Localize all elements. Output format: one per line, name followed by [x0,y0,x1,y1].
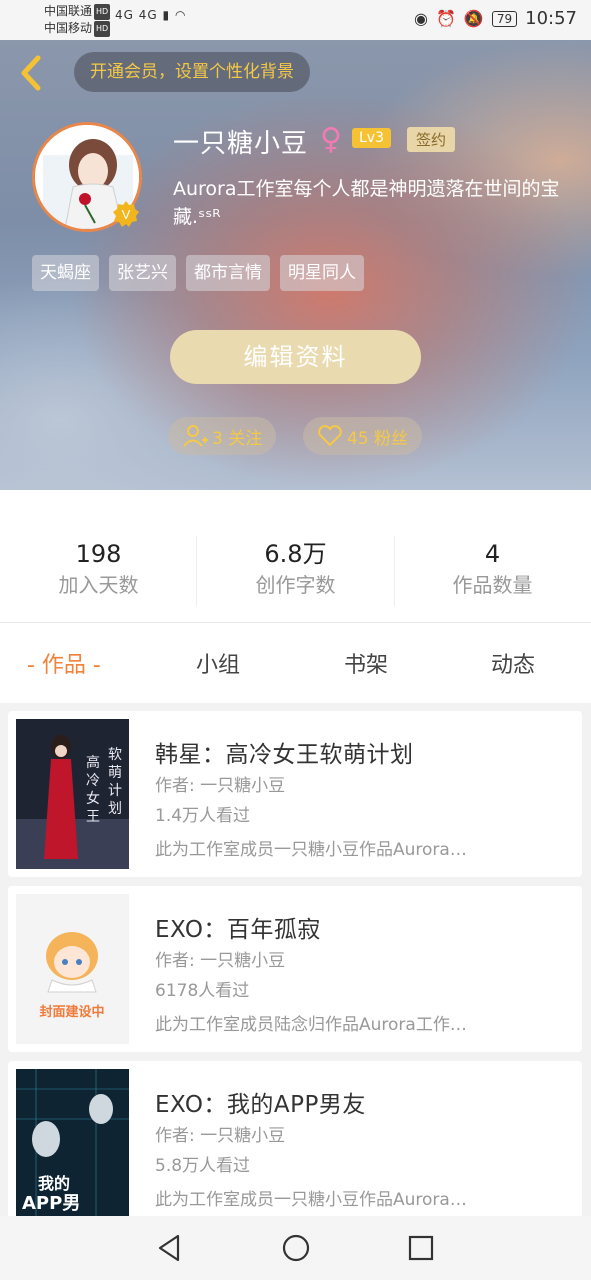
cover-text: APP男 [22,1193,80,1214]
hd-badge-1: HD [94,4,111,20]
signed-badge: 签约 [407,127,456,152]
female-icon: ♀ [320,122,342,157]
svg-text:V: V [122,207,131,222]
system-nav-bar [0,1216,591,1280]
work-card[interactable]: 我的 APP男 EXO：我的APP男友 作者: 一只糖小豆 5.8万人看过 此为… [8,1061,582,1216]
profile-header: 开通会员，设置个性化背景 V 一只糖小豆 ♀ Lv3 签约 Aurora工作室每… [0,40,591,490]
work-title[interactable]: EXO：我的APP男友 [155,1085,366,1119]
cover-text: 封面建设中 [39,1004,104,1020]
works-list: 软萌计划 高冷女王 韩星：高冷女王软萌计划 作者: 一只糖小豆 1.4万人看过 … [0,703,591,1216]
work-desc: 此为工作室成员陆念归作品Aurora工作… [155,1015,467,1035]
carrier1-label: 中国联通 [44,4,93,18]
book-cover[interactable]: 封面建设中 [16,894,129,1044]
carrier-info: 中国联通 HD 中国移动 HD [44,3,111,37]
stat-words: 6.8万 创作字数 [197,538,394,600]
followers-count: 45 粉丝 [347,428,409,449]
tab-activity[interactable]: 动态 [491,647,535,679]
nav-back-icon[interactable] [154,1232,186,1264]
cover-text: 我的 [38,1174,70,1193]
tab-bar: - 作品 - 小组 书架 动态 [0,623,591,703]
work-views: 6178人看过 [155,981,250,1001]
stat-label: 加入天数 [58,573,139,597]
clock: 10:57 [525,8,577,29]
network-indicator: 4G 4G ▮ ◠ [115,8,186,22]
following-button[interactable]: 3 关注 [168,417,277,455]
followers-button[interactable]: 45 粉丝 [303,417,423,455]
stat-value: 4 [484,540,501,568]
status-right: ◉ ⏰ 🔕 79 10:57 [414,8,577,29]
tag-item[interactable]: 张艺兴 [109,255,176,291]
tab-groups[interactable]: 小组 [196,647,240,679]
work-author: 作者: 一只糖小豆 [155,1126,286,1146]
level-badge: Lv3 [352,128,391,148]
work-desc: 此为工作室成员一只糖小豆作品Aurora… [155,1190,467,1210]
tab-works[interactable]: - 作品 - [27,647,101,679]
hd-badge-2: HD [94,21,111,37]
stat-value: 198 [75,540,122,568]
status-bar: 中国联通 HD 中国移动 HD 4G 4G ▮ ◠ ◉ ⏰ 🔕 79 10:57 [0,0,591,40]
following-count: 3 关注 [212,428,263,449]
eye-icon: ◉ [414,9,428,28]
nav-recents-icon[interactable] [405,1232,437,1264]
stat-days: 198 加入天数 [0,538,197,600]
signal-icon: ▮ [162,8,171,22]
alarm-icon: ⏰ [436,9,456,28]
tag-item[interactable]: 都市言情 [186,255,270,291]
stat-works: 4 作品数量 [394,538,591,600]
network-label: 4G 4G [115,8,158,22]
profile-bio: Aurora工作室每个人都是神明遗落在世间的宝藏.ˢˢᴿ [173,178,560,228]
work-title[interactable]: EXO：百年孤寂 [155,910,321,944]
heart-icon [318,425,342,447]
back-arrow-icon[interactable] [14,52,50,94]
tag-list: 天蝎座 张艺兴 都市言情 明星同人 [32,255,364,291]
work-desc: 此为工作室成员一只糖小豆作品Aurora… [155,840,467,860]
verified-badge-icon: V [113,201,139,227]
carrier2-label: 中国移动 [44,21,93,35]
work-author: 作者: 一只糖小豆 [155,776,286,796]
nav-home-icon[interactable] [280,1232,312,1264]
book-cover[interactable]: 软萌计划 高冷女王 [16,719,129,869]
edit-profile-button[interactable]: 编辑资料 [170,330,421,384]
user-plus-icon [183,425,208,447]
stat-label: 作品数量 [452,573,533,597]
stats-panel: 198 加入天数 6.8万 创作字数 4 作品数量 [0,490,591,622]
tag-item[interactable]: 天蝎座 [32,255,99,291]
tag-item[interactable]: 明星同人 [280,255,364,291]
work-views: 5.8万人看过 [155,1156,251,1176]
tab-bookshelf[interactable]: 书架 [344,647,388,679]
stat-label: 创作字数 [255,573,336,597]
work-card[interactable]: 软萌计划 高冷女王 韩星：高冷女王软萌计划 作者: 一只糖小豆 1.4万人看过 … [8,711,582,877]
battery-icon: 79 [491,10,518,27]
work-author: 作者: 一只糖小豆 [155,951,286,971]
profile-name: 一只糖小豆 [173,129,309,159]
mute-icon: 🔕 [463,9,484,28]
vip-banner[interactable]: 开通会员，设置个性化背景 [74,52,310,92]
wifi-icon: ◠ [174,8,187,22]
stat-value: 6.8万 [264,540,327,568]
work-views: 1.4万人看过 [155,806,251,826]
work-card[interactable]: 封面建设中 EXO：百年孤寂 作者: 一只糖小豆 6178人看过 此为工作室成员… [8,886,582,1052]
book-cover[interactable]: 我的 APP男 [16,1069,129,1216]
work-title[interactable]: 韩星：高冷女王软萌计划 [155,735,414,769]
